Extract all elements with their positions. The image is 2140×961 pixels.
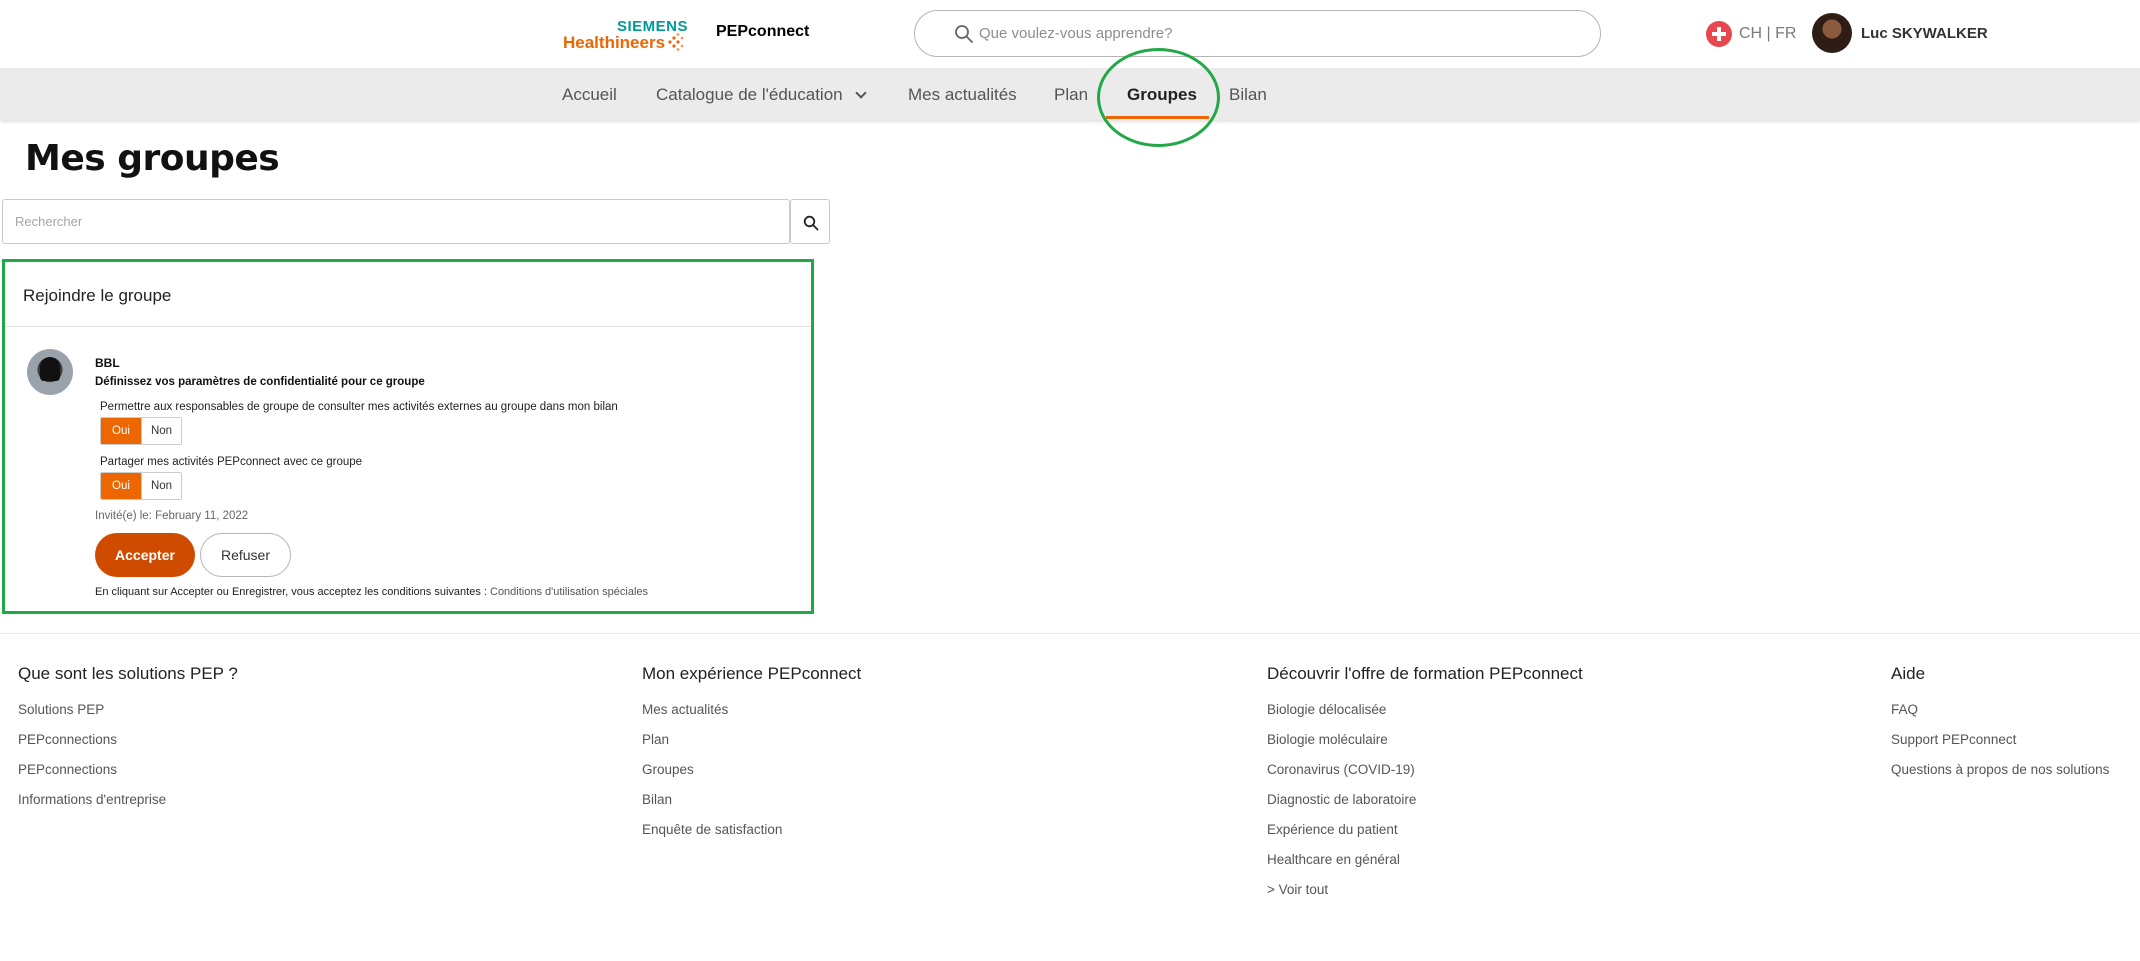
- nav-item-catalogue-label: Catalogue de l'éducation: [656, 85, 843, 104]
- footer-column-formation: Découvrir l'offre de formation PEPconnec…: [1267, 664, 1583, 912]
- nav-item-bilan[interactable]: Bilan: [1229, 85, 1267, 105]
- terms-link[interactable]: Conditions d'utilisation spéciales: [490, 586, 648, 598]
- footer-link[interactable]: Coronavirus (COVID-19): [1267, 762, 1583, 792]
- nav-item-actualites[interactable]: Mes actualités: [908, 85, 1017, 105]
- footer-link[interactable]: FAQ: [1891, 702, 2109, 732]
- locale-label: CH | FR: [1739, 25, 1797, 42]
- footer-link[interactable]: PEPconnections: [18, 762, 238, 792]
- footer-link[interactable]: Healthcare en général: [1267, 852, 1583, 882]
- top-header: SIEMENS Healthineers PEPconnect Que voul…: [0, 0, 2140, 68]
- nav-item-accueil[interactable]: Accueil: [562, 85, 617, 105]
- footer-column-title: Mon expérience PEPconnect: [642, 664, 862, 683]
- privacy-option-label: Partager mes activités PEPconnect avec c…: [100, 456, 363, 468]
- footer-column-pep: Que sont les solutions PEP ? Solutions P…: [18, 664, 238, 822]
- footer-link[interactable]: Bilan: [642, 792, 861, 822]
- footer-link[interactable]: Plan: [642, 732, 861, 762]
- footer-divider: [0, 633, 2140, 634]
- nav-item-catalogue[interactable]: Catalogue de l'éducation: [656, 85, 867, 105]
- footer-link[interactable]: > Voir tout: [1267, 882, 1583, 912]
- group-search-placeholder: Rechercher: [15, 214, 83, 229]
- footer-column-aide: Aide FAQ Support PEPconnect Questions à …: [1891, 664, 2109, 792]
- footer-column-title: Aide: [1891, 664, 1926, 683]
- footer-link[interactable]: Expérience du patient: [1267, 822, 1583, 852]
- pepconnect-brand[interactable]: PEPconnect: [716, 23, 809, 41]
- search-icon: [803, 215, 819, 231]
- toggle-yes-button[interactable]: Oui: [101, 473, 141, 499]
- privacy-toggle-external-activities: Oui Non: [100, 417, 182, 445]
- join-group-card: Rejoindre le groupe BBL Définissez vos p…: [2, 259, 814, 614]
- global-search-input[interactable]: Que voulez-vous apprendre?: [914, 10, 1601, 57]
- toggle-no-button[interactable]: Non: [141, 473, 181, 499]
- footer-link[interactable]: Support PEPconnect: [1891, 732, 2109, 762]
- group-avatar: [27, 349, 73, 395]
- footer-link[interactable]: PEPconnections: [18, 732, 238, 762]
- terms-text: En cliquant sur Accepter ou Enregistrer,…: [95, 586, 487, 598]
- footer-link[interactable]: Diagnostic de laboratoire: [1267, 792, 1583, 822]
- privacy-toggle-share-activities: Oui Non: [100, 472, 182, 500]
- toggle-no-button[interactable]: Non: [141, 418, 181, 444]
- footer-link[interactable]: Biologie délocalisée: [1267, 702, 1583, 732]
- user-menu[interactable]: Luc SKYWALKER: [1812, 13, 1988, 53]
- group-name: BBL: [95, 356, 120, 370]
- user-name: Luc SKYWALKER: [1861, 24, 1988, 42]
- card-divider: [5, 326, 811, 327]
- toggle-yes-button[interactable]: Oui: [101, 418, 141, 444]
- footer-link[interactable]: Enquête de satisfaction: [642, 822, 861, 852]
- nav-item-plan[interactable]: Plan: [1054, 85, 1088, 105]
- invited-date: Invité(e) le: February 11, 2022: [95, 510, 249, 522]
- logo-healthineers-text: Healthineers: [563, 33, 666, 52]
- footer-column-title: Découvrir l'offre de formation PEPconnec…: [1267, 664, 1583, 683]
- footer-link[interactable]: Questions à propos de nos solutions: [1891, 762, 2109, 792]
- group-search-button[interactable]: [790, 199, 830, 244]
- accept-button[interactable]: Accepter: [95, 533, 195, 577]
- main-nav: Accueil Catalogue de l'éducation Mes act…: [0, 68, 2140, 120]
- privacy-heading: Définissez vos paramètres de confidentia…: [95, 376, 425, 388]
- annotation-highlight-ellipse: [1097, 48, 1220, 147]
- footer-link[interactable]: Informations d'entreprise: [18, 792, 238, 822]
- terms-notice: En cliquant sur Accepter ou Enregistrer,…: [95, 586, 648, 598]
- refuse-button[interactable]: Refuser: [200, 533, 291, 577]
- chevron-down-icon: [854, 87, 867, 99]
- footer-link[interactable]: Groupes: [642, 762, 861, 792]
- swiss-flag-icon: [1706, 21, 1732, 47]
- footer-link[interactable]: Solutions PEP: [18, 702, 238, 732]
- footer-column-experience: Mon expérience PEPconnect Mes actualités…: [642, 664, 861, 852]
- join-card-title: Rejoindre le groupe: [23, 286, 172, 305]
- logo-dots-icon: [668, 33, 684, 51]
- search-icon: [955, 25, 973, 43]
- footer-link[interactable]: Biologie moléculaire: [1267, 732, 1583, 762]
- page-title: Mes groupes: [25, 138, 280, 179]
- locale-selector[interactable]: CH | FR: [1706, 20, 1796, 48]
- footer-column-title: Que sont les solutions PEP ?: [18, 664, 238, 683]
- user-avatar: [1812, 13, 1852, 53]
- footer-link[interactable]: Mes actualités: [642, 702, 861, 732]
- global-search-placeholder: Que voulez-vous apprendre?: [979, 25, 1173, 42]
- privacy-option-label: Permettre aux responsables de groupe de …: [100, 401, 618, 413]
- group-search-input[interactable]: Rechercher: [2, 199, 790, 244]
- siemens-healthineers-logo[interactable]: SIEMENS Healthineers: [563, 18, 688, 52]
